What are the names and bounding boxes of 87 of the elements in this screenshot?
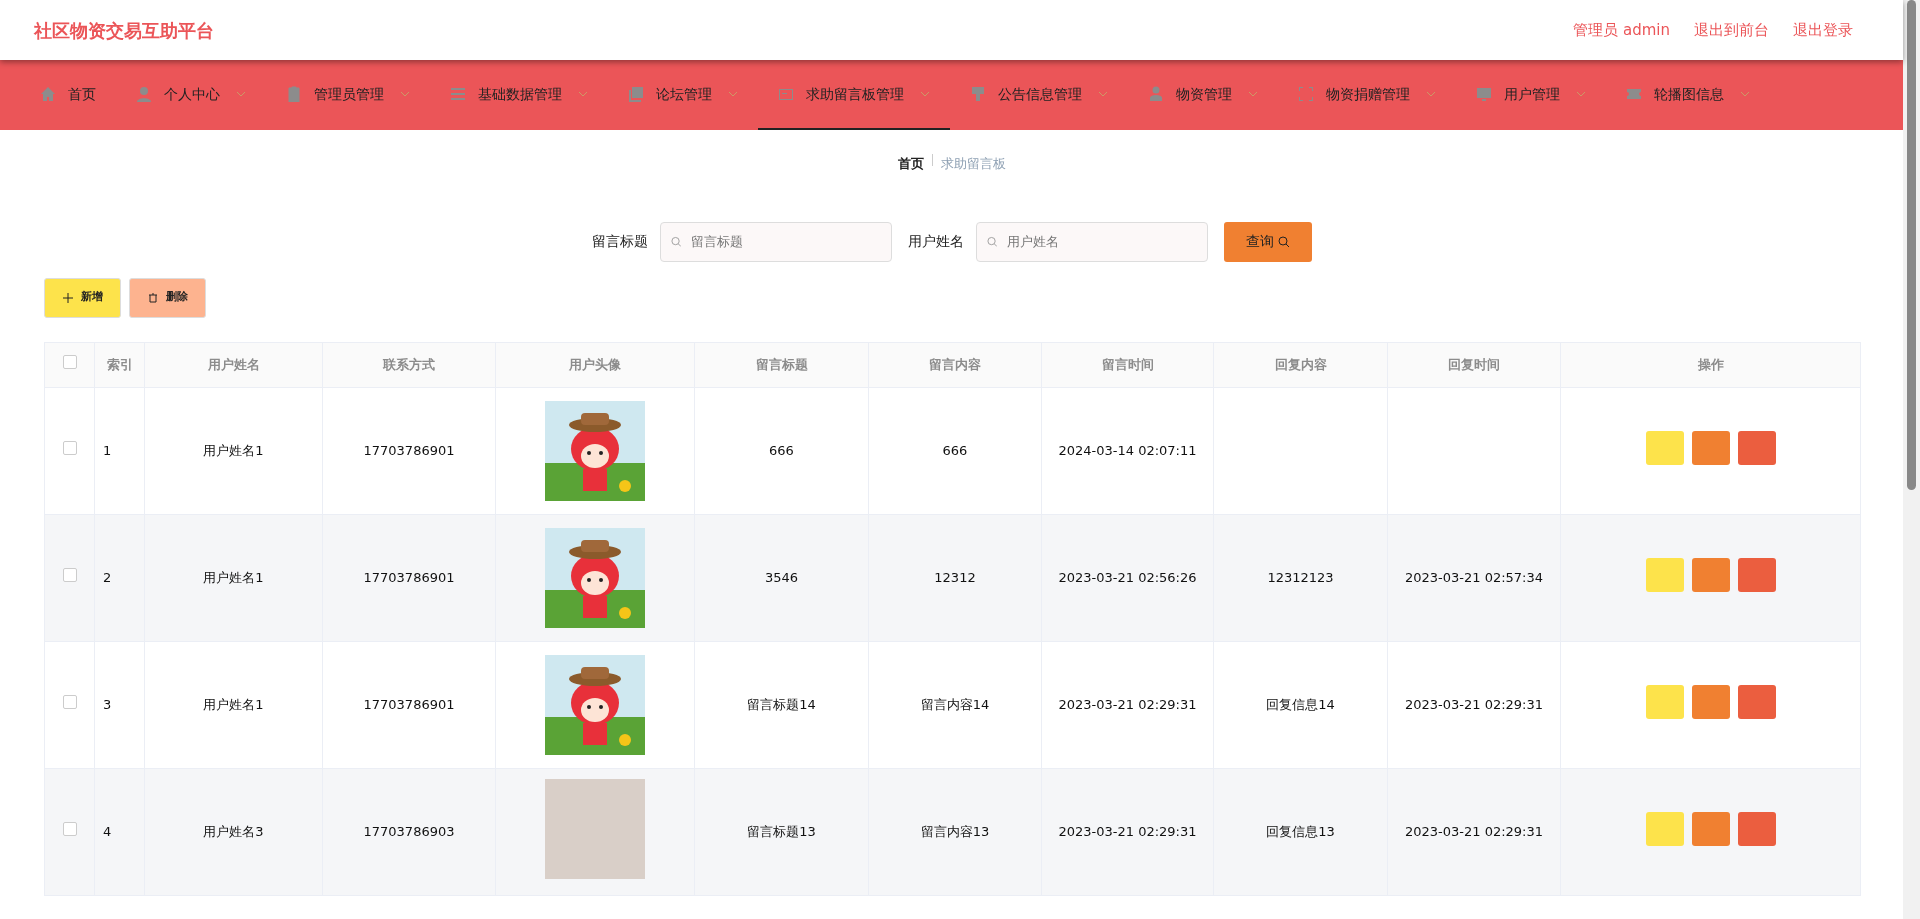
nav-tab[interactable]: 轮播图信息	[1606, 60, 1770, 130]
table-cell: 666	[769, 442, 794, 458]
column-header: 索引	[94, 342, 145, 387]
nav-tab[interactable]: 用户管理	[1456, 60, 1606, 130]
add-button[interactable]: 新增	[44, 277, 121, 318]
card-icon	[778, 86, 794, 102]
table-cell: 2023-03-21 02:57:34	[1404, 569, 1544, 585]
column-header: 用户姓名	[144, 342, 323, 387]
search-field[interactable]: 留言标题	[659, 221, 892, 262]
table-cell: 用户姓名3	[203, 823, 264, 839]
table-cell: 1	[103, 442, 112, 458]
nav-tab[interactable]: 求助留言板管理	[758, 60, 950, 130]
row-checkbox[interactable]	[62, 440, 77, 455]
nav-tab[interactable]: 个人中心	[116, 60, 266, 130]
breadcrumb-item: 求助留言板	[940, 155, 1006, 173]
search-input[interactable]: 留言标题	[689, 230, 881, 253]
column-header: 留言内容	[868, 342, 1042, 387]
column-header: 操作	[1560, 342, 1861, 387]
table-cell: 回复信息14	[1266, 696, 1335, 712]
table-cell: 2023-03-21 02:29:31	[1058, 696, 1197, 712]
clipboard-icon	[286, 86, 302, 102]
table-cell: 留言内容14	[920, 696, 990, 712]
table-cell: 666	[942, 442, 968, 458]
table-cell: 2023-03-21 02:56:26	[1058, 569, 1197, 585]
column-header: 回复内容	[1213, 342, 1388, 387]
table-cell: 3	[103, 696, 112, 712]
nav-tab[interactable]: 物资管理	[1128, 60, 1278, 130]
field-label: 用户姓名	[907, 232, 964, 251]
row-checkbox[interactable]	[62, 567, 77, 582]
table-cell: 2023-03-21 02:29:31	[1404, 823, 1544, 839]
search-button[interactable]: 查询	[1223, 221, 1312, 262]
frame-icon	[1298, 86, 1314, 102]
site-title: 社区物资交易互助平台	[34, 18, 214, 43]
header-link[interactable]: 管理员 admin	[1573, 18, 1670, 42]
nav-tab[interactable]: 物资捐赠管理	[1278, 60, 1456, 130]
table-cell: 2024-03-14 02:07:11	[1058, 442, 1197, 458]
search-input[interactable]: 用户姓名	[1005, 230, 1197, 253]
table-cell: 用户姓名1	[203, 569, 264, 585]
table-cell: 2023-03-21 02:29:31	[1058, 823, 1197, 839]
table-cell: 留言标题13	[747, 823, 816, 839]
table-cell: 回复信息13	[1266, 823, 1335, 839]
search-field[interactable]: 用户姓名	[975, 221, 1208, 262]
table-cell: 用户姓名1	[203, 696, 264, 712]
column-header: 留言标题	[694, 342, 869, 387]
nav-tab[interactable]: 公告信息管理	[950, 60, 1128, 130]
table-cell: 留言标题14	[747, 696, 816, 712]
column-header: 留言时间	[1041, 342, 1214, 387]
table-cell: 用户姓名1	[203, 442, 264, 458]
table-cell: 2	[103, 569, 112, 585]
table-cell: 2023-03-21 02:29:31	[1404, 696, 1544, 712]
search-icon	[1277, 235, 1290, 248]
nav-tab[interactable]: 首页	[20, 60, 116, 130]
table-cell: 12312123	[1267, 569, 1334, 585]
header-link[interactable]: 退出登录	[1793, 18, 1853, 42]
column-header: 用户头像	[495, 342, 695, 387]
copy-icon	[628, 86, 644, 102]
search-icon	[670, 235, 682, 248]
column-header: 联系方式	[322, 342, 496, 387]
table-cell: 12312	[934, 569, 976, 585]
table-cell: 17703786903	[363, 823, 455, 839]
field-label: 留言标题	[591, 232, 648, 251]
table-cell: 3546	[764, 569, 799, 585]
trash-icon	[147, 292, 158, 303]
scrollbar[interactable]	[1903, 0, 1920, 919]
monitor-icon	[1476, 86, 1492, 102]
nav-tab[interactable]: 管理员管理	[266, 60, 430, 130]
select-all-checkbox[interactable]	[62, 354, 77, 369]
header-link[interactable]: 退出到前台	[1694, 18, 1769, 42]
search-icon	[986, 235, 998, 248]
table-cell: 17703786901	[363, 569, 455, 585]
list-icon	[450, 86, 466, 102]
ticket-icon	[1626, 86, 1642, 102]
user-icon	[136, 86, 152, 102]
home-icon	[40, 86, 56, 102]
nav-tab[interactable]: 论坛管理	[608, 60, 758, 130]
table-cell: 留言内容13	[920, 823, 990, 839]
plus-icon	[62, 292, 73, 303]
table-cell: 4	[103, 823, 112, 839]
table-cell: 17703786901	[363, 442, 455, 458]
row-checkbox[interactable]	[62, 694, 77, 709]
table-cell: 17703786901	[363, 696, 455, 712]
row-checkbox[interactable]	[62, 821, 77, 836]
column-header: 回复时间	[1387, 342, 1561, 387]
breadcrumb-item[interactable]: 首页	[897, 154, 924, 174]
person-icon	[1148, 86, 1164, 102]
delete-button[interactable]: 删除	[129, 277, 206, 318]
nav-tab[interactable]: 基础数据管理	[430, 60, 608, 130]
